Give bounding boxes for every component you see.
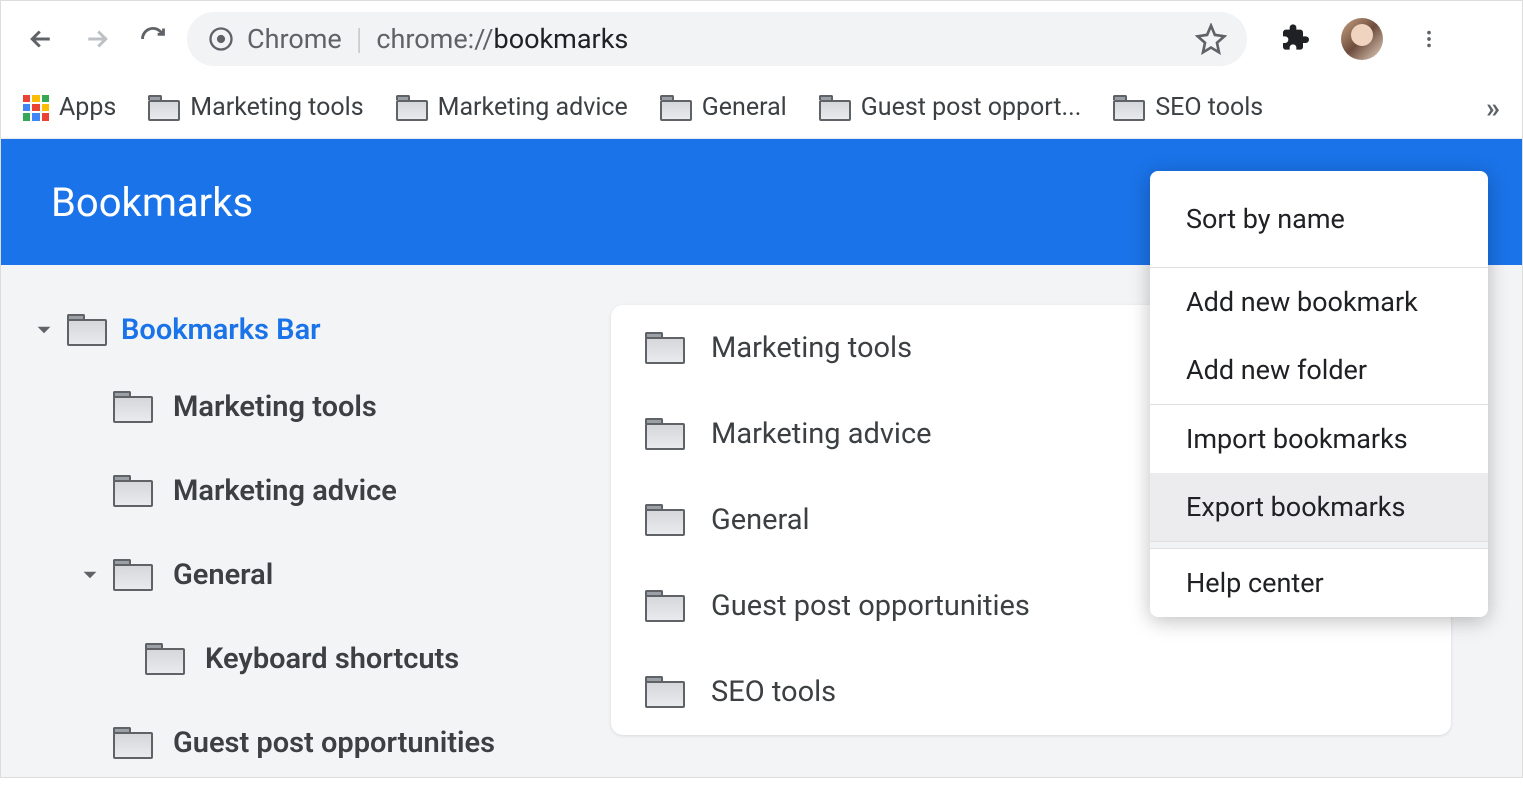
organize-menu: Sort by name Add new bookmark Add new fo… [1150, 171, 1488, 617]
folder-icon [113, 475, 153, 507]
apps-label: Apps [59, 93, 116, 122]
tree-root-label: Bookmarks Bar [121, 313, 321, 347]
tree-root-bookmarks-bar[interactable]: Bookmarks Bar [21, 295, 591, 365]
folder-icon [645, 332, 685, 364]
bookmark-bar-item[interactable]: General [660, 93, 787, 122]
chrome-icon [207, 25, 235, 53]
bookmarks-tree-sidebar: Bookmarks Bar Marketing tools Marketing … [1, 265, 611, 777]
url-host: chrome:// [376, 23, 493, 55]
bookmark-bar-label: General [702, 93, 787, 122]
menu-export-bookmarks[interactable]: Export bookmarks [1150, 473, 1488, 541]
folder-icon [645, 590, 685, 622]
apps-shortcut[interactable]: Apps [23, 93, 116, 122]
tree-item[interactable]: Guest post opportunities [21, 701, 591, 785]
tree-item-label: Keyboard shortcuts [205, 642, 459, 676]
bookmark-bar-label: SEO tools [1155, 93, 1263, 122]
caret-down-icon [35, 322, 53, 338]
list-item-label: General [711, 503, 810, 537]
folder-icon [113, 391, 153, 423]
reload-button[interactable] [131, 17, 175, 61]
folder-icon [148, 95, 180, 121]
folder-icon [396, 95, 428, 121]
bookmark-bar-label: Marketing tools [190, 93, 363, 122]
tree-item[interactable]: Marketing advice [21, 449, 591, 533]
menu-label: Add new folder [1186, 354, 1367, 386]
menu-label: Help center [1186, 567, 1324, 599]
bookmark-star-icon[interactable] [1195, 23, 1227, 55]
bookmark-bar-item[interactable]: Marketing tools [148, 93, 363, 122]
back-button[interactable] [19, 17, 63, 61]
folder-icon [113, 727, 153, 759]
bookmark-bar-label: Guest post opport... [861, 93, 1082, 122]
url-path: bookmarks [494, 23, 629, 55]
tree-item-label: General [173, 558, 273, 592]
caret-down-icon [81, 567, 99, 583]
bookmark-bar-overflow[interactable]: » [1486, 91, 1500, 124]
bookmark-bar-item[interactable]: Guest post opport... [819, 93, 1082, 122]
bookmark-bar-label: Marketing advice [438, 93, 628, 122]
list-item-label: Marketing tools [711, 331, 912, 365]
list-item-label: Guest post opportunities [711, 589, 1030, 623]
browser-toolbar: Chrome | chrome://bookmarks [1, 1, 1522, 77]
address-bar[interactable]: Chrome | chrome://bookmarks [187, 12, 1247, 66]
tree-item-general[interactable]: General [21, 533, 591, 617]
folder-icon [645, 504, 685, 536]
url-separator: | [356, 22, 363, 57]
tree-item[interactable]: Keyboard shortcuts [21, 617, 591, 701]
bookmark-bar-item[interactable]: SEO tools [1113, 93, 1263, 122]
folder-icon [819, 95, 851, 121]
url-prefix: Chrome [247, 23, 342, 55]
page-title: Bookmarks [51, 179, 253, 226]
folder-icon [1113, 95, 1145, 121]
tree-item-label: Guest post opportunities [173, 726, 495, 760]
chrome-menu-button[interactable] [1407, 17, 1451, 61]
folder-icon [67, 314, 107, 346]
menu-sort-by-name[interactable]: Sort by name [1150, 171, 1488, 267]
list-item-label: Marketing advice [711, 417, 932, 451]
tree-item-label: Marketing tools [173, 390, 377, 424]
profile-avatar[interactable] [1341, 18, 1383, 60]
bookmarks-bar: Apps Marketing tools Marketing advice Ge… [1, 77, 1522, 139]
menu-label: Sort by name [1186, 203, 1345, 235]
list-item[interactable]: SEO tools [611, 649, 1451, 735]
menu-import-bookmarks[interactable]: Import bookmarks [1150, 405, 1488, 473]
folder-icon [145, 643, 185, 675]
menu-label: Add new bookmark [1186, 286, 1418, 318]
menu-label: Import bookmarks [1186, 423, 1408, 455]
menu-add-bookmark[interactable]: Add new bookmark [1150, 268, 1488, 336]
menu-label: Export bookmarks [1186, 491, 1405, 523]
forward-button[interactable] [75, 17, 119, 61]
menu-add-folder[interactable]: Add new folder [1150, 336, 1488, 404]
menu-help-center[interactable]: Help center [1150, 549, 1488, 617]
list-item-label: SEO tools [711, 675, 836, 709]
extensions-icon[interactable] [1279, 23, 1311, 55]
tree-item[interactable]: Marketing tools [21, 365, 591, 449]
folder-icon [113, 559, 153, 591]
folder-icon [660, 95, 692, 121]
menu-separator [1150, 541, 1488, 549]
bookmark-bar-item[interactable]: Marketing advice [396, 93, 628, 122]
tree-item-label: Marketing advice [173, 474, 397, 508]
apps-grid-icon [23, 95, 49, 121]
folder-icon [645, 676, 685, 708]
folder-icon [645, 418, 685, 450]
